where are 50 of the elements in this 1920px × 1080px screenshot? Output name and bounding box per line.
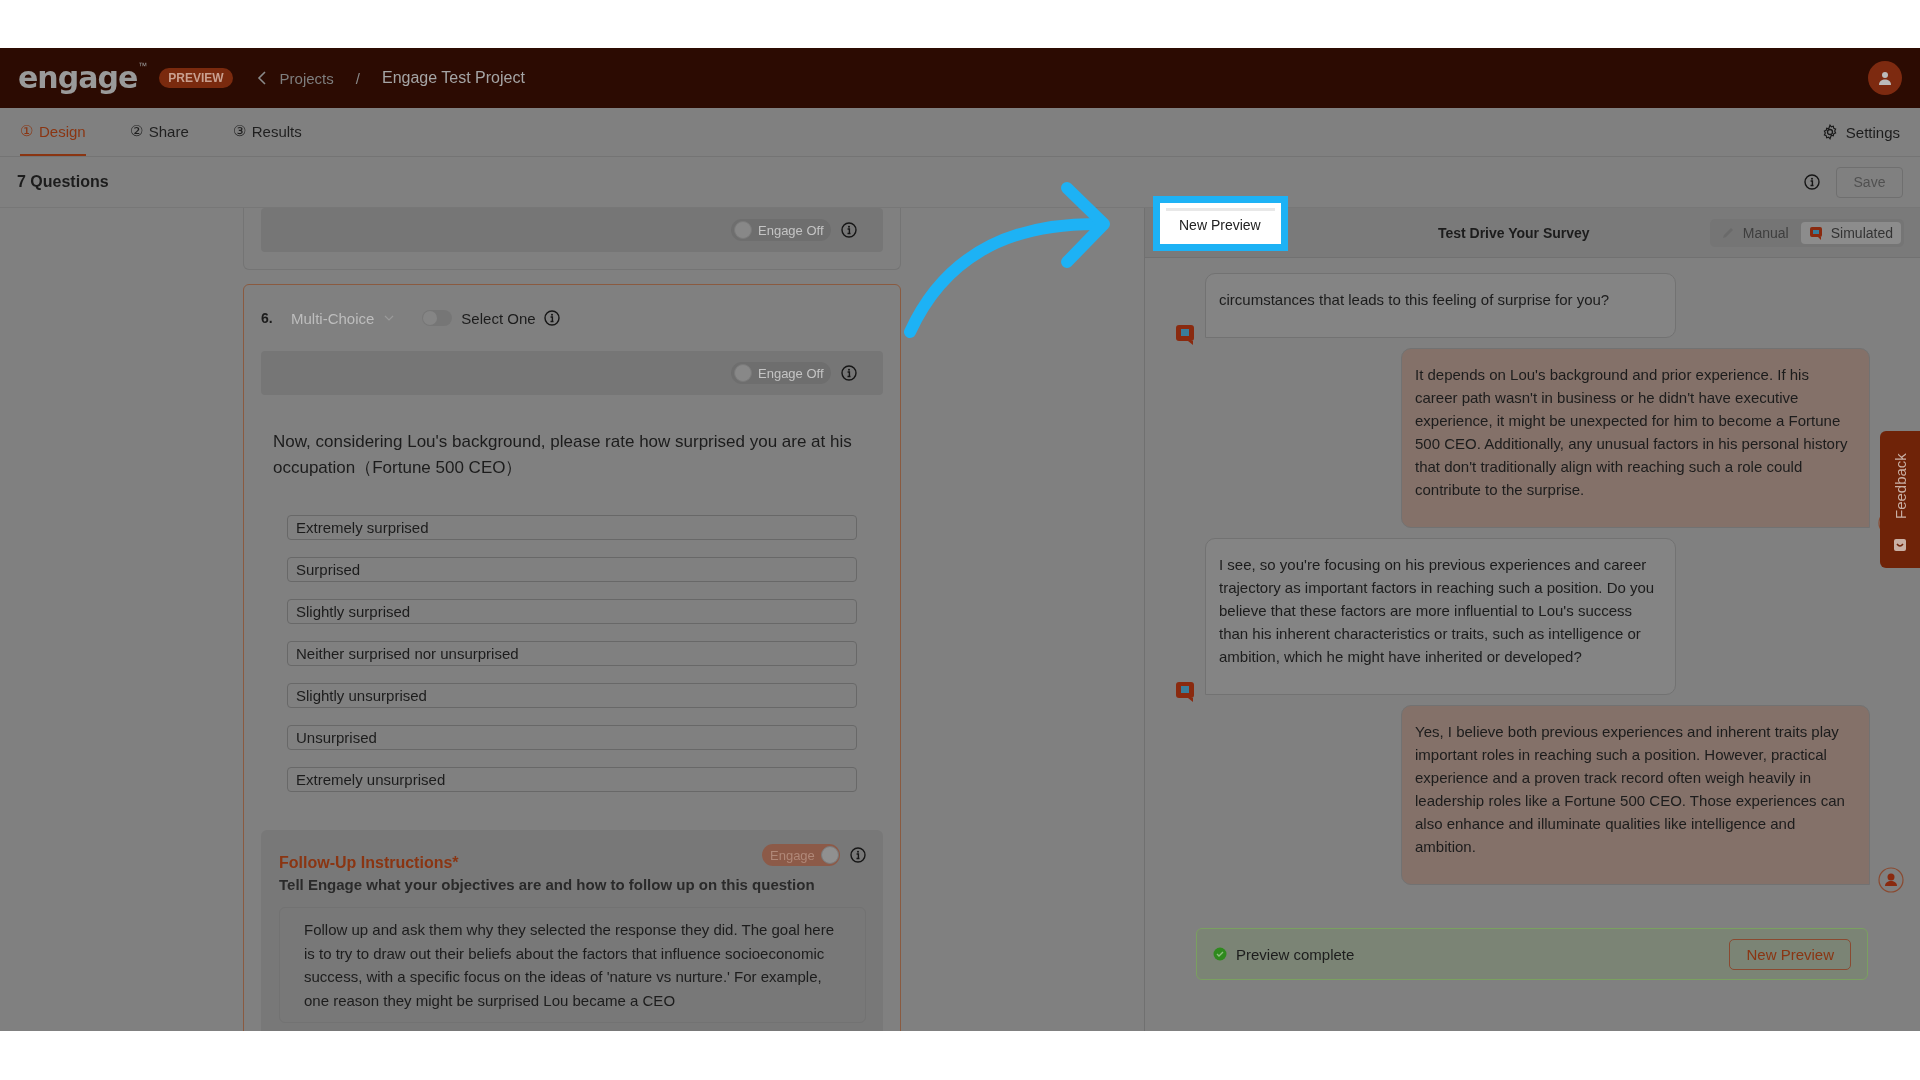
message-bubble: It depends on Lou's background and prior experience. If his career path wasn't in business or he didn't have executive experience, it might be unexpected for him to become a Fortune 500 CEO. Additionally, any unusual factors in his personal history that don't traditionally align with reaching such a role could contribute to the surprise. — [1401, 348, 1870, 528]
info-icon — [543, 310, 560, 326]
mode-tab[interactable]: Manual — [1712, 221, 1797, 244]
message-bubble: circumstances that leads to this feeling of surprise for you? — [1205, 273, 1676, 338]
check-circle-icon — [1213, 947, 1227, 961]
chat-bubble-icon — [1175, 324, 1195, 346]
smile-icon — [1893, 537, 1907, 552]
back-chevron-icon — [256, 71, 267, 85]
info-icon — [841, 222, 857, 238]
message-bubble: I see, so you're focusing on his previous experiences and career trajectory as important factors in reaching such a position. Do you believe that these factors are more influential to Lou's success than his inherent characteristics or traits, such as intelligence or ambition, which he might have inherited or developed? — [1205, 538, 1676, 695]
option-field[interactable]: Extremely surprised — [287, 515, 857, 540]
question-text: Now, considering Lou's background, please rate how surprised you are at his occupation（Fortune 500 CEO） — [273, 431, 853, 479]
tab[interactable]: ② Share — [129, 108, 189, 156]
option-field[interactable]: Slightly unsurprised — [287, 683, 857, 708]
engage-toggle[interactable]: Engage Off — [731, 219, 831, 241]
option-field[interactable]: Neither surprised nor unsurprised — [287, 641, 857, 666]
select-one-label: Select One — [461, 309, 536, 327]
info-icon — [841, 365, 857, 381]
info-icon — [1804, 174, 1820, 190]
breadcrumb-link[interactable]: Projects — [279, 69, 334, 87]
tab[interactable]: ③ Results — [232, 108, 302, 156]
option-field[interactable]: Surprised — [287, 557, 857, 582]
info-icon — [850, 847, 866, 863]
trademark-mark: ™ — [138, 61, 148, 71]
preview-badge: PREVIEW — [159, 68, 233, 88]
breadcrumb-separator: / — [355, 69, 360, 87]
chat-bubble-icon — [1175, 681, 1195, 703]
question-number: 6. — [261, 310, 274, 326]
section-title: Follow-Up Instructions* — [279, 854, 459, 872]
mode-tab[interactable]: Simulated — [1800, 221, 1901, 244]
option-field[interactable]: Unsurprised — [287, 725, 857, 750]
section-description: Tell Engage what your objectives are and how to follow up on this question — [279, 876, 816, 893]
project-title: Engage Test Project — [381, 69, 525, 87]
chat-bubble-icon — [1808, 225, 1823, 240]
option-field[interactable]: Extremely unsurprised — [287, 767, 857, 792]
user-avatar-icon[interactable] — [1868, 61, 1902, 95]
logo[interactable]: engage — [18, 61, 138, 95]
person-icon — [1878, 867, 1904, 893]
engage-toggle[interactable]: Engage Off — [731, 362, 831, 384]
person-icon — [1878, 71, 1892, 85]
chevron-down-icon — [384, 315, 395, 321]
feedback-tab[interactable]: Feedback — [1880, 431, 1920, 568]
settings-button[interactable]: Settings — [1821, 108, 1900, 156]
settings-icon — [1821, 124, 1838, 140]
instructions-field[interactable]: Follow up and ask them why they selected the response they did. The goal here is to try to draw out their beliefs about the factors that influence socioeconomic success, with a specific focus on the ideas of 'nature vs nurture.' For example, one reason they might be surprised Lou became a CEO — [279, 907, 866, 1023]
panel-title: Test Drive Your Survey — [1436, 224, 1591, 241]
message-bubble: Yes, I believe both previous experiences and inherent traits play important roles in reaching such a position. However, practical experience and a proven track record often weigh heavily in leadership roles like a Fortune 500 CEO. Those experiences can also enhance and illuminate qualities like intelligence and ambition. — [1401, 705, 1870, 885]
option-field[interactable]: Slightly surprised — [287, 599, 857, 624]
status-text: Preview complete — [1236, 945, 1355, 963]
question-count: 7 Questions — [17, 173, 109, 191]
